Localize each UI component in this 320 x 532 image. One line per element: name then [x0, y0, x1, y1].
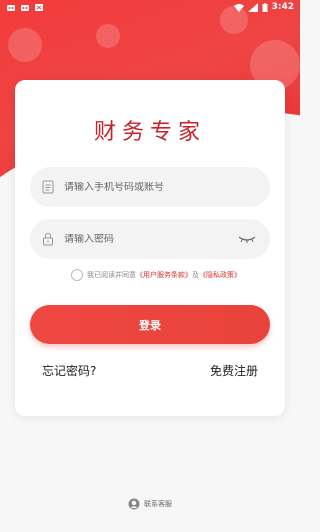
forgot-password-link[interactable]: 忘记密码?: [42, 362, 96, 379]
password-field[interactable]: [30, 219, 270, 259]
decor-bubble: [8, 28, 42, 62]
privacy-policy-link[interactable]: 《隐私政策》: [199, 270, 241, 280]
status-time: 3:42: [271, 2, 294, 12]
login-button[interactable]: 登录: [30, 305, 270, 344]
app-title: 财务专家: [93, 120, 206, 145]
agreement-row: 我已阅读并同意 《用户服务条款》 及 《隐私政策》: [71, 269, 241, 281]
close-box-icon: [35, 3, 43, 11]
status-bar: 3:42: [0, 0, 300, 14]
login-card: 财务专家 我已阅读并同意 《用户服务条款》 及 《隐私政策》 登录 忘: [15, 80, 285, 416]
decor-bubble: [96, 24, 120, 48]
wifi-icon: [233, 3, 244, 12]
agreement-text: 我已阅读并同意: [87, 271, 136, 279]
eye-closed-icon[interactable]: [238, 233, 256, 245]
lock-icon: [43, 233, 53, 246]
account-input[interactable]: [64, 181, 234, 193]
app-notification-icon: [7, 4, 15, 11]
signal-icon: [247, 2, 258, 12]
account-field[interactable]: [30, 167, 270, 207]
battery-icon: [262, 2, 268, 12]
contact-support[interactable]: 联系客服: [0, 498, 300, 510]
document-icon: [42, 180, 54, 194]
contact-support-label: 联系客服: [144, 500, 172, 508]
agreement-checkbox[interactable]: [71, 269, 83, 281]
app-notification-icon: [21, 4, 29, 11]
agreement-and: 及: [192, 271, 199, 279]
register-link[interactable]: 免费注册: [210, 362, 258, 379]
customer-service-icon: [128, 498, 140, 510]
password-input[interactable]: [64, 233, 234, 245]
user-agreement-link[interactable]: 《用户服务条款》: [136, 270, 192, 280]
